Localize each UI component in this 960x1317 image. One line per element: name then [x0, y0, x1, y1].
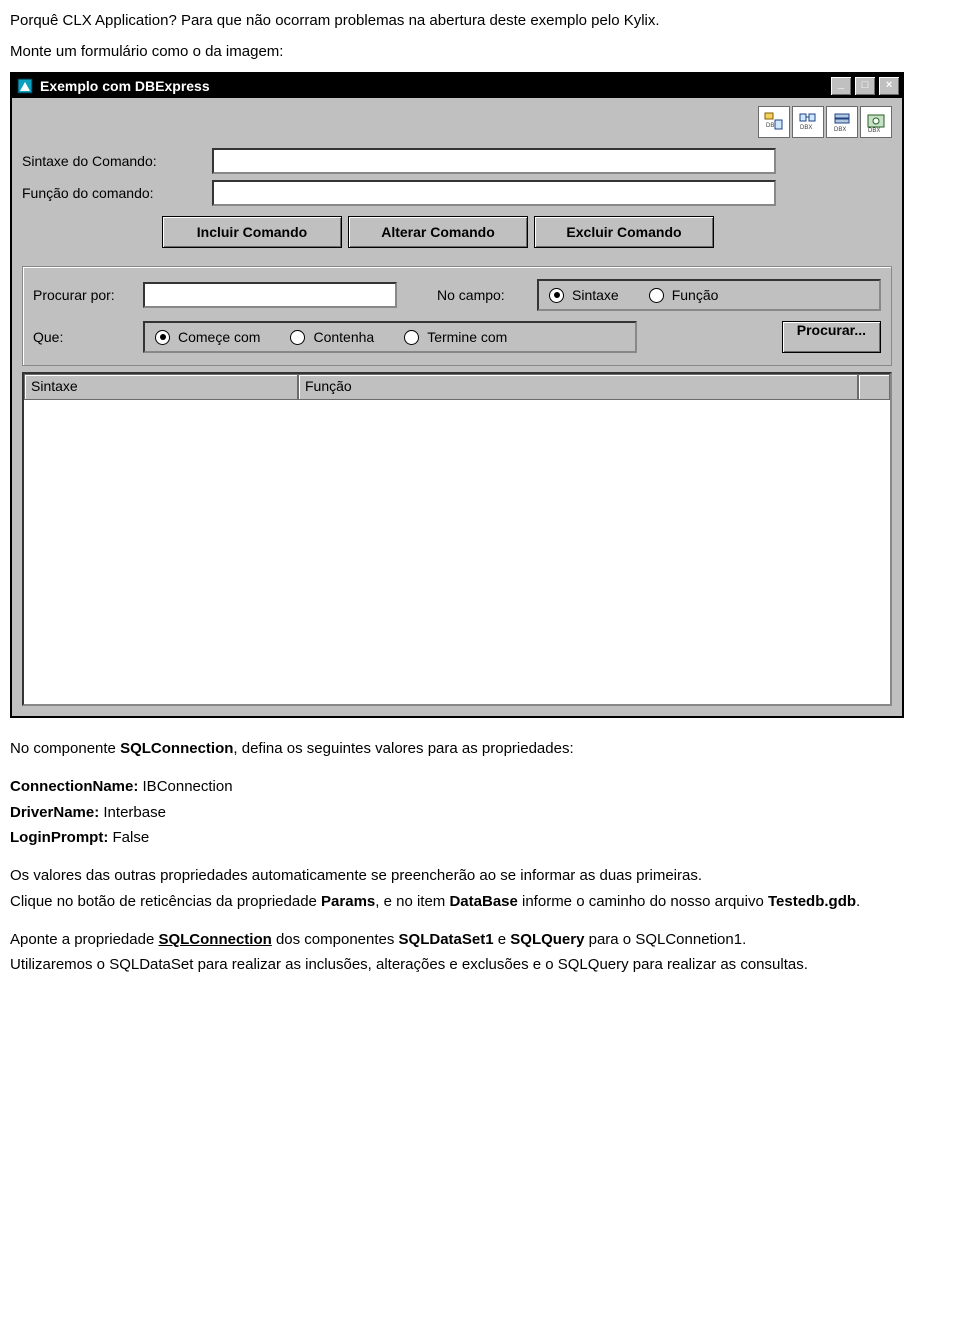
input-procurar-por[interactable] — [143, 282, 397, 308]
label-sintaxe: Sintaxe do Comando: — [22, 153, 212, 169]
prop-connectionname: ConnectionName: IBConnection — [10, 776, 950, 798]
radio-que-contenha-label: Contenha — [313, 329, 374, 345]
component-tray: DBX DBX DBX DBX — [22, 106, 892, 138]
after-p3: Clique no botão de reticências da propri… — [10, 891, 950, 913]
dbx-query-icon[interactable]: DBX — [826, 106, 858, 138]
alterar-button[interactable]: Alterar Comando — [348, 216, 528, 248]
incluir-button[interactable]: Incluir Comando — [162, 216, 342, 248]
window-title: Exemplo com DBExpress — [40, 78, 830, 94]
minimize-button[interactable]: _ — [830, 76, 852, 96]
procurar-button[interactable]: Procurar... — [782, 321, 881, 353]
radio-dot-icon — [404, 330, 419, 345]
grid-header-sintaxe[interactable]: Sintaxe — [24, 374, 298, 400]
form-window: Exemplo com DBExpress _ □ × DBX DBX DBX … — [10, 72, 904, 718]
close-button[interactable]: × — [878, 76, 900, 96]
after-p1: No componente SQLConnection, defina os s… — [10, 738, 950, 760]
label-funcao: Função do comando: — [22, 185, 212, 201]
prop-drivername: DriverName: Interbase — [10, 802, 950, 824]
svg-text:DBX: DBX — [868, 128, 880, 133]
search-panel: Procurar por: No campo: Sintaxe Função Q… — [22, 266, 892, 366]
radio-que-termine[interactable]: Termine com — [404, 329, 507, 345]
maximize-button[interactable]: □ — [854, 76, 876, 96]
radio-dot-icon — [649, 288, 664, 303]
dbx-provider-icon[interactable]: DBX — [860, 106, 892, 138]
dbx-dataset-icon[interactable]: DBX — [792, 106, 824, 138]
result-grid[interactable]: Sintaxe Função — [22, 372, 892, 706]
radio-campo-sintaxe-label: Sintaxe — [572, 287, 619, 303]
label-procurar-por: Procurar por: — [33, 287, 143, 303]
radio-campo-funcao-label: Função — [672, 287, 719, 303]
label-no-campo: No campo: — [437, 287, 537, 303]
radio-dot-icon — [155, 330, 170, 345]
radio-que-contenha[interactable]: Contenha — [290, 329, 374, 345]
svg-text:DBX: DBX — [834, 127, 846, 133]
grid-header-spacer — [858, 374, 890, 400]
radio-dot-icon — [290, 330, 305, 345]
after-p2: Os valores das outras propriedades autom… — [10, 865, 950, 887]
radio-que-comece[interactable]: Começe com — [155, 329, 260, 345]
grid-header-funcao[interactable]: Função — [298, 374, 858, 400]
input-sintaxe[interactable] — [212, 148, 776, 174]
radio-que-termine-label: Termine com — [427, 329, 507, 345]
excluir-button[interactable]: Excluir Comando — [534, 216, 714, 248]
grid-body — [24, 400, 890, 704]
intro-line-2: Monte um formulário como o da imagem: — [10, 41, 950, 62]
svg-text:DBX: DBX — [800, 125, 812, 131]
input-funcao[interactable] — [212, 180, 776, 206]
radio-campo-funcao[interactable]: Função — [649, 287, 719, 303]
titlebar: Exemplo com DBExpress _ □ × — [12, 74, 902, 98]
app-icon — [16, 77, 34, 95]
dbx-connection-icon[interactable]: DBX — [758, 106, 790, 138]
label-que: Que: — [33, 321, 143, 345]
radio-dot-icon — [549, 288, 564, 303]
radio-que-comece-label: Começe com — [178, 329, 260, 345]
after-p4: Aponte a propriedade SQLConnection dos c… — [10, 929, 950, 951]
prop-loginprompt: LoginPrompt: False — [10, 827, 950, 849]
radio-campo-sintaxe[interactable]: Sintaxe — [549, 287, 619, 303]
intro-line-1: Porquê CLX Application? Para que não oco… — [10, 10, 950, 31]
after-p5: Utilizaremos o SQLDataSet para realizar … — [10, 954, 950, 976]
